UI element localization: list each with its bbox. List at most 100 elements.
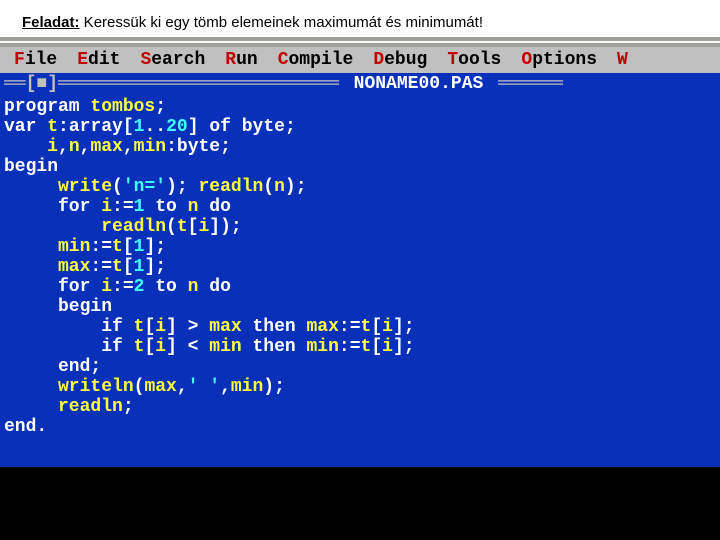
code-token: writeln: [4, 377, 134, 397]
menu-hotkey: W: [617, 50, 628, 70]
menu-bar[interactable]: FileEditSearchRunCompileDebugToolsOption…: [0, 47, 720, 73]
code-line: i,n,max,min:byte;: [4, 137, 716, 157]
menu-hotkey: R: [225, 50, 236, 70]
code-token: ,: [123, 137, 134, 157]
code-token: max: [4, 257, 90, 277]
code-token: ];: [144, 237, 166, 257]
menu-rest: earch: [151, 50, 205, 70]
code-token: readln: [4, 217, 166, 237]
menu-hotkey: D: [373, 50, 384, 70]
close-icon[interactable]: ■: [36, 74, 47, 94]
code-token: :=: [112, 277, 134, 297]
code-token: :=: [90, 237, 112, 257]
code-token: if: [4, 317, 134, 337]
code-token: i: [382, 317, 393, 337]
code-token: ..: [144, 117, 166, 137]
code-token: ];: [393, 337, 415, 357]
code-token: for: [4, 277, 101, 297]
code-token: t: [177, 217, 188, 237]
code-token: t: [112, 257, 123, 277]
code-token: byte: [242, 117, 285, 137]
code-token: for: [4, 197, 101, 217]
code-line: for i:=1 to n do: [4, 197, 716, 217]
code-token: readln: [4, 397, 123, 417]
code-token: [: [144, 317, 155, 337]
code-token: begin: [4, 297, 112, 317]
menu-rest: ile: [25, 50, 57, 70]
menu-hotkey: E: [77, 50, 88, 70]
code-token: t: [47, 117, 58, 137]
code-token: ' ': [188, 377, 220, 397]
code-token: then: [242, 337, 307, 357]
code-token: ;: [90, 357, 101, 377]
code-token: ;: [220, 137, 231, 157]
code-token: then: [242, 317, 307, 337]
code-token: :: [166, 137, 177, 157]
code-token: 1: [134, 197, 145, 217]
code-token: t: [361, 317, 372, 337]
menu-rest: dit: [88, 50, 120, 70]
code-token: min: [209, 337, 241, 357]
menu-item-w[interactable]: W: [607, 50, 638, 70]
menu-rest: un: [236, 50, 258, 70]
code-token: 1: [134, 257, 145, 277]
code-token: ,: [177, 377, 188, 397]
menu-hotkey: F: [14, 50, 25, 70]
code-token: max: [307, 317, 339, 337]
menu-hotkey: S: [140, 50, 151, 70]
code-line: readln(t[i]);: [4, 217, 716, 237]
code-token: [: [123, 237, 134, 257]
task-description: Feladat: Keressük ki egy tömb elemeinek …: [0, 0, 720, 37]
menu-item-options[interactable]: Options: [511, 50, 607, 70]
code-token: ;: [285, 117, 296, 137]
code-token: max: [144, 377, 176, 397]
code-token: ,: [80, 137, 91, 157]
menu-item-compile[interactable]: Compile: [268, 50, 364, 70]
code-token: t: [134, 337, 145, 357]
menu-rest: ompile: [289, 50, 354, 70]
code-token: i: [382, 337, 393, 357]
code-token: i: [198, 217, 209, 237]
code-editor[interactable]: program tombos;var t:array[1..20] of byt…: [0, 95, 720, 467]
code-line: program tombos;: [4, 97, 716, 117]
code-token: [: [144, 337, 155, 357]
menu-hotkey: C: [278, 50, 289, 70]
code-token: do: [198, 277, 230, 297]
menu-item-edit[interactable]: Edit: [67, 50, 130, 70]
code-token: t: [134, 317, 145, 337]
code-token: i: [4, 137, 58, 157]
menu-item-run[interactable]: Run: [215, 50, 267, 70]
code-token: end: [4, 417, 36, 437]
code-token: do: [198, 197, 230, 217]
task-text: Keressük ki egy tömb elemeinek maximumát…: [80, 14, 483, 31]
code-line: max:=t[1];: [4, 257, 716, 277]
code-token: [: [371, 337, 382, 357]
code-token: t: [112, 237, 123, 257]
menu-item-tools[interactable]: Tools: [437, 50, 511, 70]
code-token: n: [188, 197, 199, 217]
code-token: to: [144, 277, 187, 297]
code-token: min: [307, 337, 339, 357]
code-token: );: [263, 377, 285, 397]
editor-titlebar: ══[■]══════════════════════════ NONAME00…: [0, 73, 720, 95]
frame-right: ══════: [487, 74, 563, 94]
menu-item-file[interactable]: File: [4, 50, 67, 70]
code-token: ;: [155, 97, 166, 117]
code-token: :=: [112, 197, 134, 217]
code-token: (: [134, 377, 145, 397]
code-line: begin: [4, 297, 716, 317]
task-label: Feladat:: [22, 14, 80, 31]
code-token: .: [36, 417, 47, 437]
code-token: of: [209, 117, 241, 137]
code-token: n: [188, 277, 199, 297]
menu-item-search[interactable]: Search: [130, 50, 215, 70]
code-token: program: [4, 97, 90, 117]
code-token: :=: [90, 257, 112, 277]
code-token: ;: [123, 397, 134, 417]
code-token: (: [112, 177, 123, 197]
menu-rest: ptions: [532, 50, 597, 70]
code-line: readln;: [4, 397, 716, 417]
frame-mid: ]══════════════════════════: [47, 74, 349, 94]
code-token: var: [4, 117, 47, 137]
menu-item-debug[interactable]: Debug: [363, 50, 437, 70]
